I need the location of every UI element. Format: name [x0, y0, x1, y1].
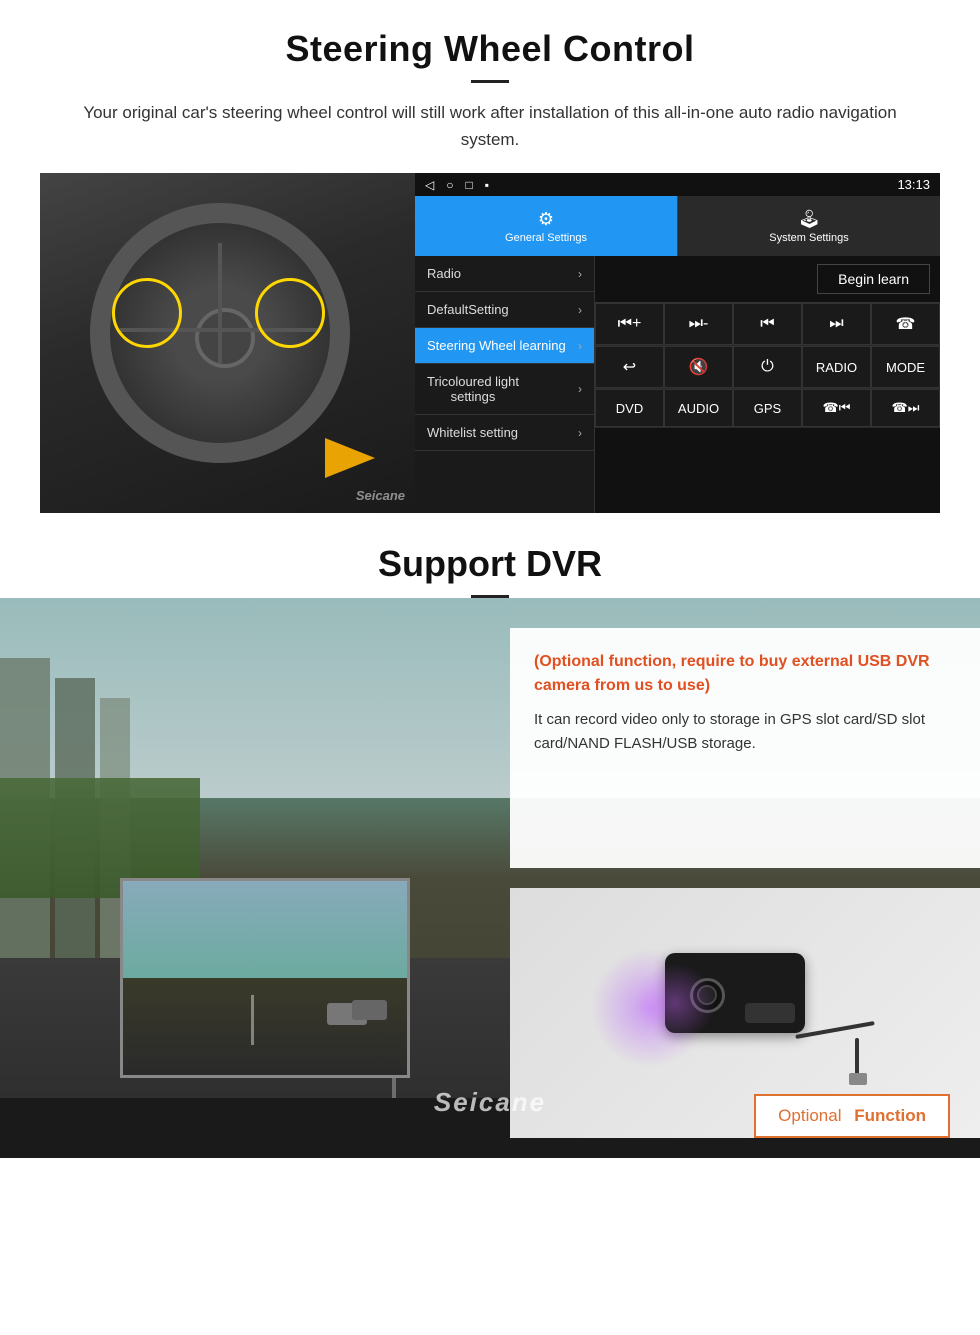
begin-learn-row: Begin learn [595, 256, 940, 303]
ctrl-mute[interactable]: 🔇 [664, 346, 733, 388]
prev-track-icon: ⏮ [760, 315, 774, 333]
system-settings-tab[interactable]: 🕹 System Settings [677, 196, 940, 256]
ctrl-next-track[interactable]: ⏭ [802, 303, 871, 345]
ctrl-call-next[interactable]: ☎⏭ [871, 389, 940, 427]
settings-icon: ⚙ [538, 209, 554, 230]
mute-icon: 🔇 [689, 357, 709, 377]
menu-radio-arrow: › [578, 267, 582, 281]
dvr-thumbnail-inset [120, 878, 410, 1078]
system-settings-label: System Settings [769, 232, 848, 244]
ctrl-phone[interactable]: ☎ [871, 303, 940, 345]
back-icon: ◁ [425, 178, 434, 192]
mode-label: MODE [886, 360, 925, 375]
menu-icon: ▪ [485, 178, 489, 192]
menu-list: Radio › DefaultSetting › Steering Wheel … [415, 256, 595, 513]
menu-steering-arrow: › [578, 339, 582, 353]
phone-icon: ☎ [896, 314, 916, 334]
menu-item-radio[interactable]: Radio › [415, 256, 594, 292]
control-panel: Begin learn ⏮+ ⏭- ⏮ [595, 256, 940, 513]
back-call-icon: ↩ [623, 357, 636, 377]
android-body: Radio › DefaultSetting › Steering Wheel … [415, 256, 940, 513]
vol-down-icon: ⏭- [689, 315, 709, 333]
dvr-description: It can record video only to storage in G… [534, 708, 956, 756]
android-header: ⚙ General Settings 🕹 System Settings [415, 196, 940, 256]
ctrl-power[interactable]: ⏻ [733, 346, 802, 388]
call-next-label: ☎⏭ [892, 400, 920, 416]
menu-item-default-setting[interactable]: DefaultSetting › [415, 292, 594, 328]
highlight-left [112, 278, 182, 348]
menu-tricoloured-label-line1: Tricoloured light [427, 374, 519, 389]
menu-tricoloured-label-line2: settings [427, 389, 519, 404]
menu-whitelist-arrow: › [578, 426, 582, 440]
general-settings-tab[interactable]: ⚙ General Settings [415, 196, 677, 256]
menu-radio-label: Radio [427, 266, 461, 281]
statusbar-nav-icons: ◁ ○ □ ▪ [425, 178, 489, 192]
ctrl-vol-down[interactable]: ⏭- [664, 303, 733, 345]
ctrl-radio-btn[interactable]: RADIO [802, 346, 871, 388]
space-span [846, 1106, 851, 1126]
menu-tricoloured-arrow: › [578, 382, 582, 396]
radio-label: RADIO [816, 360, 857, 375]
power-icon: ⏻ [761, 358, 774, 376]
home-icon: ○ [446, 178, 453, 192]
ctrl-back[interactable]: ↩ [595, 346, 664, 388]
ctrl-gps[interactable]: GPS [733, 389, 802, 427]
gps-label: GPS [754, 401, 781, 416]
dvr-optional-title: (Optional function, require to buy exter… [534, 650, 956, 698]
steering-section: Steering Wheel Control Your original car… [0, 0, 980, 513]
seicane-logo: Seicane [434, 1087, 546, 1118]
dvr-section: Support DVR [0, 523, 980, 1158]
wheel-background: Seicane [40, 173, 415, 513]
statusbar-time: 13:13 [897, 177, 930, 192]
steering-title: Steering Wheel Control [40, 28, 940, 70]
menu-item-whitelist[interactable]: Whitelist setting › [415, 415, 594, 451]
steering-content: Seicane ◁ ○ □ ▪ 13:13 ⚙ General Settings [40, 173, 940, 513]
menu-whitelist-label: Whitelist setting [427, 425, 518, 440]
ctrl-call-prev[interactable]: ☎⏮ [802, 389, 871, 427]
steering-subtitle: Your original car's steering wheel contr… [60, 99, 920, 153]
next-track-icon: ⏭ [829, 315, 843, 333]
ctrl-row-2: ↩ 🔇 ⏻ RADIO MODE [595, 346, 940, 389]
thumb-inner [123, 881, 407, 1075]
ctrl-mode[interactable]: MODE [871, 346, 940, 388]
menu-default-label: DefaultSetting [427, 302, 509, 317]
android-statusbar: ◁ ○ □ ▪ 13:13 [415, 173, 940, 196]
steering-photo: Seicane [40, 173, 415, 513]
ctrl-prev-track[interactable]: ⏮ [733, 303, 802, 345]
begin-learn-button[interactable]: Begin learn [817, 264, 930, 294]
vol-up-icon: ⏮+ [618, 315, 642, 333]
ctrl-vol-up[interactable]: ⏮+ [595, 303, 664, 345]
recents-icon: □ [465, 178, 472, 192]
highlight-right [255, 278, 325, 348]
dvr-title: Support DVR [40, 543, 940, 585]
ctrl-row-1: ⏮+ ⏭- ⏮ ⏭ ☎ [595, 303, 940, 346]
system-icon: 🕹 [798, 209, 821, 230]
ctrl-dvd[interactable]: DVD [595, 389, 664, 427]
audio-label: AUDIO [678, 401, 719, 416]
menu-item-tricoloured[interactable]: Tricoloured light settings › [415, 364, 594, 415]
ctrl-row-3: DVD AUDIO GPS ☎⏮ ☎⏭ [595, 389, 940, 428]
dvr-background: (Optional function, require to buy exter… [0, 598, 980, 1158]
menu-item-steering-learning[interactable]: Steering Wheel learning › [415, 328, 594, 364]
dvr-divider [471, 595, 509, 598]
seicane-watermark-steering: Seicane [356, 488, 405, 503]
dvr-header: Support DVR [0, 523, 980, 598]
call-prev-label: ☎⏮ [823, 400, 851, 416]
dvd-label: DVD [616, 401, 643, 416]
function-word: Function [854, 1106, 926, 1126]
general-settings-label: General Settings [505, 232, 587, 244]
optional-function-button[interactable]: Optional Function [754, 1094, 950, 1138]
android-ui-panel: ◁ ○ □ ▪ 13:13 ⚙ General Settings 🕹 Syste… [415, 173, 940, 513]
optional-word: Optional [778, 1106, 841, 1126]
dvr-info-card: (Optional function, require to buy exter… [510, 628, 980, 868]
menu-default-arrow: › [578, 303, 582, 317]
ctrl-audio[interactable]: AUDIO [664, 389, 733, 427]
optional-function-container: Optional Function [754, 1094, 950, 1138]
title-divider [471, 80, 509, 83]
menu-steering-label: Steering Wheel learning [427, 338, 566, 353]
